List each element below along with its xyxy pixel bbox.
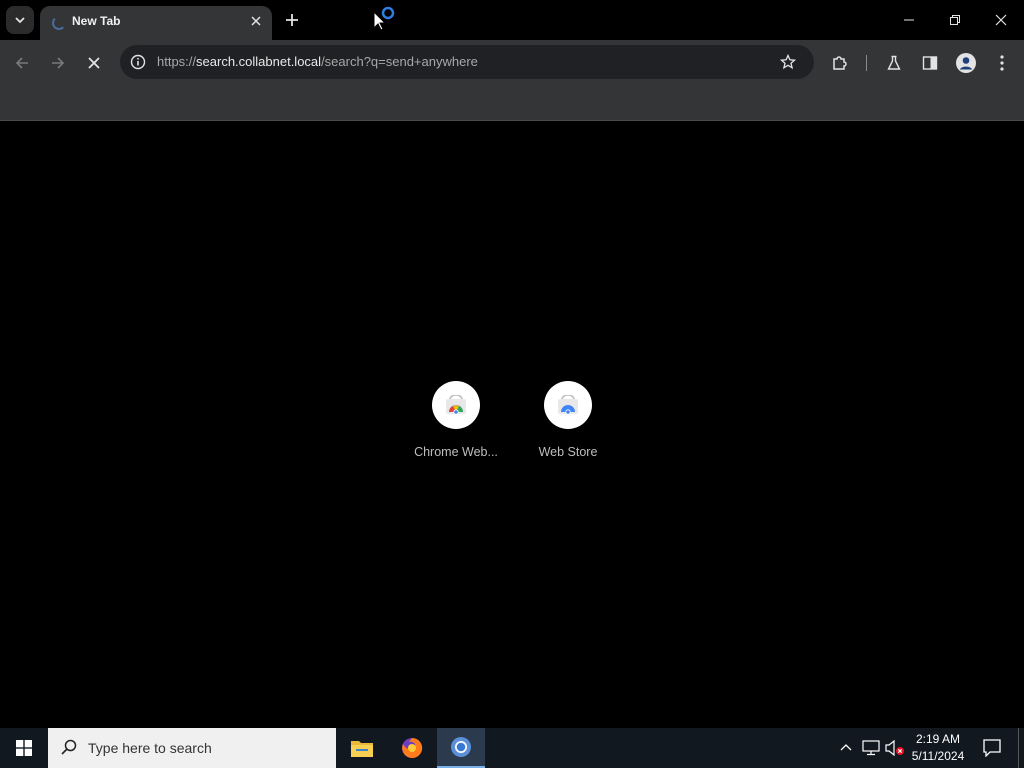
url-host: search.collabnet.local	[196, 54, 322, 69]
url-path: /search?q=send+anywhere	[321, 54, 478, 69]
site-info-button[interactable]	[128, 52, 148, 72]
network-button[interactable]	[860, 728, 882, 768]
profile-button[interactable]	[953, 50, 979, 76]
forward-button[interactable]	[44, 49, 72, 77]
taskbar: Type here to search 2:19 AM 5/11/2024	[0, 728, 1024, 768]
url-scheme: https://	[157, 54, 197, 69]
loading-spinner-icon	[52, 16, 66, 30]
search-icon	[61, 739, 77, 755]
firefox-button[interactable]	[388, 728, 436, 768]
bookmarks-bar	[0, 86, 1024, 121]
show-hidden-icons-button[interactable]	[836, 728, 856, 768]
tab-search-button[interactable]	[6, 6, 34, 34]
labs-button[interactable]	[881, 50, 907, 76]
more-vertical-icon	[1000, 55, 1004, 71]
browser-toolbar: https://search.collabnet.local/search?q=…	[0, 40, 1024, 86]
network-icon	[862, 740, 880, 756]
puzzle-icon	[833, 56, 847, 70]
side-panel-button[interactable]	[917, 50, 943, 76]
url-text[interactable]: https://search.collabnet.local/search?q=…	[157, 54, 478, 69]
minimize-button[interactable]	[886, 0, 932, 40]
chevron-up-icon	[840, 744, 852, 751]
clock-date: 5/11/2024	[911, 749, 965, 763]
minimize-icon	[904, 19, 914, 21]
shortcut-favicon	[544, 381, 592, 429]
arrow-right-icon	[52, 57, 65, 69]
close-icon	[88, 57, 100, 69]
show-desktop-button[interactable]	[1018, 728, 1019, 768]
mouse-cursor-icon	[373, 6, 397, 37]
new-tab-button[interactable]	[280, 8, 304, 32]
firefox-icon	[402, 737, 423, 758]
chrome-taskbar-button[interactable]	[437, 728, 485, 768]
shortcut-chrome-web-store[interactable]: Chrome Web...	[400, 381, 512, 459]
chrome-web-store-icon	[446, 395, 466, 415]
flask-icon	[887, 55, 901, 70]
toolbar-separator	[866, 55, 867, 71]
close-icon	[995, 14, 1007, 26]
shortcut-favicon	[432, 381, 480, 429]
tab-close-button[interactable]	[246, 11, 266, 31]
start-button[interactable]	[0, 728, 48, 768]
restore-icon	[950, 15, 960, 25]
bookmark-button[interactable]	[778, 52, 798, 72]
restore-button[interactable]	[932, 0, 978, 40]
web-store-icon	[558, 395, 578, 415]
address-bar[interactable]: https://search.collabnet.local/search?q=…	[120, 45, 814, 79]
back-button[interactable]	[8, 49, 36, 77]
notification-icon	[983, 739, 1001, 757]
star-icon	[780, 54, 796, 70]
info-icon	[130, 54, 146, 70]
stop-loading-button[interactable]	[80, 49, 108, 77]
shortcut-web-store[interactable]: Web Store	[512, 381, 624, 459]
shortcut-label: Chrome Web...	[414, 445, 498, 459]
close-window-button[interactable]	[978, 0, 1024, 40]
folder-icon	[351, 741, 373, 757]
taskbar-clock[interactable]: 2:19 AM 5/11/2024	[902, 731, 974, 765]
avatar-icon	[956, 53, 976, 73]
side-panel-icon	[922, 56, 938, 70]
clock-time: 2:19 AM	[915, 732, 961, 746]
menu-button[interactable]	[989, 50, 1015, 76]
tab-strip: New Tab	[0, 0, 1024, 40]
chrome-icon	[451, 737, 471, 757]
chevron-down-icon	[15, 17, 25, 24]
shortcut-label: Web Store	[538, 445, 598, 459]
close-icon	[251, 16, 261, 26]
new-tab-page: Chrome Web... Web Store	[0, 121, 1024, 728]
windows-icon	[16, 740, 32, 756]
tab-new-tab[interactable]: New Tab	[40, 6, 272, 40]
taskbar-search-box[interactable]: Type here to search	[48, 728, 336, 768]
search-placeholder: Type here to search	[88, 740, 212, 756]
file-explorer-button[interactable]	[338, 728, 386, 768]
notifications-button[interactable]	[978, 728, 1006, 768]
arrow-left-icon	[15, 57, 28, 69]
tab-title: New Tab	[72, 14, 121, 28]
extensions-button[interactable]	[827, 50, 853, 76]
plus-icon	[286, 14, 298, 26]
